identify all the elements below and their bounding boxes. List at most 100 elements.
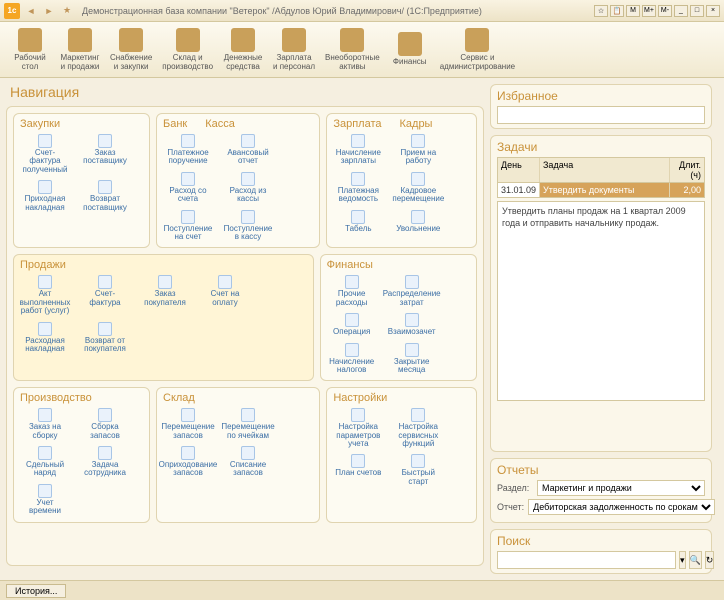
doc-item[interactable]: Приходная накладная (20, 180, 70, 212)
toolbar-label: Сервис иадминистрирование (440, 54, 515, 72)
block-zakupki: Закупки Счет-фактура полученныйЗаказ пос… (13, 113, 150, 248)
doc-label: Поступление в кассу (223, 225, 273, 242)
doc-icon (38, 134, 52, 148)
doc-item[interactable]: Поступление в кассу (223, 210, 273, 242)
toolbar-icon (18, 28, 42, 52)
block-title: Касса (205, 118, 235, 130)
doc-item[interactable]: Расход из кассы (223, 172, 273, 204)
doc-item[interactable]: Закрытие месяца (387, 343, 437, 375)
doc-item[interactable]: Прочие расходы (327, 275, 377, 307)
search-clear-button[interactable]: ↻ (705, 551, 715, 569)
doc-icon (351, 408, 365, 422)
doc-label: Прочие расходы (327, 290, 377, 307)
doc-item[interactable]: Расходная накладная (20, 322, 70, 354)
doc-item[interactable]: Платежное поручение (163, 134, 213, 166)
favorites-input[interactable] (497, 106, 705, 124)
table-row[interactable]: 31.01.09 Утвердить документы 2,00 (498, 183, 704, 197)
doc-item[interactable]: План счетов (333, 454, 383, 486)
doc-item[interactable]: Заказ поставщику (80, 134, 130, 174)
search-input[interactable] (497, 551, 676, 569)
doc-item[interactable]: Операция (327, 313, 377, 336)
col-day[interactable]: День (498, 158, 540, 182)
search-button[interactable]: 🔍 (689, 551, 702, 569)
section-select[interactable]: Маркетинг и продажи (537, 480, 705, 496)
report-select[interactable]: Дебиторская задолженность по срокам (528, 499, 715, 515)
doc-icon (345, 275, 359, 289)
doc-label: Перемещение по ячейкам (221, 423, 274, 440)
doc-item[interactable]: Задача сотрудника (80, 446, 130, 478)
block-proizvodstvo: Производство Заказ на сборкуСборка запас… (13, 387, 150, 522)
block-title: Склад (163, 392, 195, 404)
doc-item[interactable]: Списание запасов (223, 446, 273, 478)
doc-item[interactable]: Возврат поставщику (80, 180, 130, 212)
toolbar-item-2[interactable]: Снабжениеи закупки (106, 26, 156, 74)
close-button[interactable]: × (706, 5, 720, 17)
doc-item[interactable]: Начисление зарплаты (333, 134, 383, 166)
doc-label: Заказ на сборку (20, 423, 70, 440)
minimize-button[interactable]: _ (674, 5, 688, 17)
col-task[interactable]: Задача (540, 158, 670, 182)
doc-item[interactable]: Перемещение по ячейкам (223, 408, 273, 440)
doc-item[interactable]: Перемещение запасов (163, 408, 213, 440)
doc-label: Заказ покупателя (140, 290, 190, 307)
doc-icon (38, 275, 52, 289)
doc-icon (38, 180, 52, 194)
toolbar-item-5[interactable]: Зарплатаи персонал (269, 26, 319, 74)
maximize-button[interactable]: □ (690, 5, 704, 17)
history-button[interactable]: История... (6, 584, 66, 598)
doc-item[interactable]: Счет на оплату (200, 275, 250, 315)
m-plus-icon[interactable]: M+ (642, 5, 656, 17)
toolbar-icon (119, 28, 143, 52)
back-button[interactable]: ◄ (24, 4, 38, 18)
block-title: Закупки (20, 118, 60, 130)
doc-item[interactable]: Сборка запасов (80, 408, 130, 440)
doc-item[interactable]: Авансовый отчет (223, 134, 273, 166)
m-icon[interactable]: M (626, 5, 640, 17)
toolbar-item-8[interactable]: Сервис иадминистрирование (436, 26, 519, 74)
block-title: Финансы (327, 259, 373, 271)
search-dropdown-button[interactable]: ▾ (679, 551, 686, 569)
doc-item[interactable]: Распределение затрат (387, 275, 437, 307)
doc-item[interactable]: Акт выполненных работ (услуг) (20, 275, 70, 315)
toolbar-item-7[interactable]: Финансы (386, 30, 434, 69)
doc-item[interactable]: Расход со счета (163, 172, 213, 204)
doc-item[interactable]: Счет-фактура полученный (20, 134, 70, 174)
block-title: Банк (163, 118, 187, 130)
cell-duration: 2,00 (670, 183, 704, 197)
doc-item[interactable]: Поступление на счет (163, 210, 213, 242)
forward-button[interactable]: ► (42, 4, 56, 18)
fav-star-icon[interactable]: ★ (60, 4, 74, 18)
doc-item[interactable]: Быстрый старт (393, 454, 443, 486)
doc-item[interactable]: Учет времени (20, 484, 70, 516)
toolbar-item-3[interactable]: Склад ипроизводство (158, 26, 217, 74)
doc-label: Взаимозачет (388, 328, 436, 336)
col-duration[interactable]: Длит. (ч) (670, 158, 704, 182)
doc-item[interactable]: Кадровое перемещение (393, 172, 443, 204)
toolbar-item-6[interactable]: Внеоборотныеактивы (321, 26, 384, 74)
doc-item[interactable]: Возврат от покупателя (80, 322, 130, 354)
m-minus-icon[interactable]: M- (658, 5, 672, 17)
doc-item[interactable]: Начисление налогов (327, 343, 377, 375)
statusbar: История... (0, 580, 724, 600)
toolbar-label: Маркетинги продажи (61, 54, 100, 72)
news-icon[interactable]: 📋 (610, 5, 624, 17)
doc-item[interactable]: Сдельный наряд (20, 446, 70, 478)
doc-item[interactable]: Прием на работу (393, 134, 443, 166)
doc-item[interactable]: Заказ на сборку (20, 408, 70, 440)
toolbar-item-0[interactable]: Рабочийстол (6, 26, 54, 74)
doc-item[interactable]: Счет-фактура (80, 275, 130, 315)
doc-icon (181, 408, 195, 422)
doc-item[interactable]: Настройка сервисных функций (393, 408, 443, 448)
doc-item[interactable]: Увольнение (393, 210, 443, 233)
doc-item[interactable]: Оприходование запасов (163, 446, 213, 478)
doc-icon (411, 172, 425, 186)
doc-item[interactable]: Заказ покупателя (140, 275, 190, 315)
doc-item[interactable]: Табель (333, 210, 383, 233)
star-icon[interactable]: ☆ (594, 5, 608, 17)
doc-item[interactable]: Взаимозачет (387, 313, 437, 336)
doc-icon (98, 408, 112, 422)
doc-item[interactable]: Платежная ведомость (333, 172, 383, 204)
toolbar-item-1[interactable]: Маркетинги продажи (56, 26, 104, 74)
toolbar-item-4[interactable]: Денежныесредства (219, 26, 267, 74)
doc-item[interactable]: Настройка параметров учета (333, 408, 383, 448)
